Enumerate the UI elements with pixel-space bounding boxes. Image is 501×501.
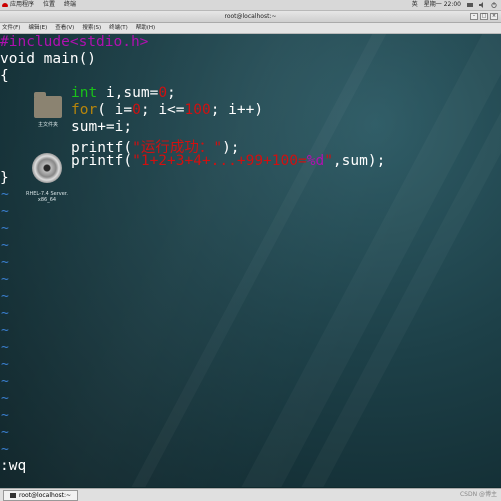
menu-terminal[interactable]: 终端(T) — [109, 23, 128, 33]
tilde-marker: ~ — [1, 357, 9, 372]
disc-icon — [32, 153, 62, 183]
window-title: root@localhost:~ — [224, 13, 277, 20]
tilde-marker: ~ — [1, 272, 9, 287]
code-line-5: for( i=0; i<=100; i++) — [71, 102, 264, 118]
code-line-4: int i,sum=0; — [71, 85, 176, 101]
close-button[interactable]: × — [490, 13, 498, 20]
applications-menu[interactable]: 应用程序 — [2, 0, 34, 10]
tilde-marker: ~ — [1, 289, 9, 304]
desktop-icon-label: RHEL-7.4 Server. x86_64 — [26, 191, 68, 203]
string-literal: "1+2+3+4+...+99+100= — [132, 153, 307, 169]
desktop-icon-label: 主文件夹 — [37, 122, 58, 128]
header-name: <stdio.h> — [69, 34, 149, 50]
terminal-window: root@localhost:~ – □ × 文件(F) 编辑(E) 查看(V)… — [0, 11, 501, 487]
code-line-1: #include<stdio.h> — [0, 34, 148, 50]
tilde-marker: ~ — [1, 255, 9, 270]
volume-icon[interactable] — [479, 2, 485, 8]
code-line-8: printf("1+2+3+4+...+99+100=%d",sum); — [71, 153, 386, 169]
menu-file[interactable]: 文件(F) — [2, 23, 20, 33]
tilde-marker: ~ — [1, 391, 9, 406]
power-icon[interactable] — [491, 2, 497, 8]
tilde-marker: ~ — [1, 408, 9, 423]
number-literal: 0 — [132, 102, 141, 118]
network-icon[interactable] — [467, 2, 473, 8]
window-titlebar[interactable]: root@localhost:~ – □ × — [0, 11, 501, 23]
tilde-marker: ~ — [1, 374, 9, 389]
type-keyword: int — [71, 85, 98, 101]
vim-editor[interactable]: 主文件夹 RHEL-7.4 Server. x86_64 #include<st… — [0, 34, 501, 487]
menu-search[interactable]: 搜索(S) — [82, 23, 101, 33]
desktop-home-folder[interactable]: 主文件夹 — [27, 92, 69, 128]
tilde-marker: ~ — [1, 204, 9, 219]
tilde-marker: ~ — [1, 187, 9, 202]
redhat-icon — [2, 2, 8, 7]
clock[interactable]: 星期一 22:00 — [424, 0, 461, 10]
tilde-marker: ~ — [1, 221, 9, 236]
number-literal: 100 — [184, 102, 211, 118]
tilde-marker: ~ — [1, 306, 9, 321]
number-literal: 0 — [158, 85, 168, 101]
vim-command-line[interactable]: :wq — [0, 458, 26, 474]
tilde-marker: ~ — [1, 425, 9, 440]
places-menu[interactable]: 位置 — [43, 0, 55, 10]
terminal-icon — [10, 493, 16, 498]
code-line-9: } — [0, 170, 9, 186]
menu-help[interactable]: 帮助(H) — [136, 23, 155, 33]
tilde-marker: ~ — [1, 323, 9, 338]
menu-view[interactable]: 查看(V) — [55, 23, 74, 33]
for-keyword: for — [71, 102, 98, 118]
menu-bar: 文件(F) 编辑(E) 查看(V) 搜索(S) 终端(T) 帮助(H) — [0, 23, 501, 34]
desktop-rhel-disc[interactable]: RHEL-7.4 Server. x86_64 — [26, 147, 68, 209]
watermark: CSDN @博主 — [459, 491, 497, 498]
minimize-button[interactable]: – — [470, 13, 478, 20]
input-language[interactable]: 英 — [412, 0, 418, 10]
taskbar-terminal-button[interactable]: root@localhost:~ — [3, 490, 79, 501]
code-line-6: sum+=i; — [71, 119, 133, 135]
code-line-3: { — [0, 68, 9, 84]
tilde-marker: ~ — [1, 442, 9, 457]
preprocessor-directive: #include — [0, 34, 70, 50]
tilde-marker: ~ — [1, 340, 9, 355]
format-specifier: %d — [306, 153, 325, 169]
top-panel: 应用程序 位置 终端 英 星期一 22:00 — [0, 0, 501, 11]
taskbar: root@localhost:~ CSDN @博主 — [0, 488, 501, 501]
tilde-marker: ~ — [1, 238, 9, 253]
home-folder-icon — [34, 92, 62, 118]
maximize-button[interactable]: □ — [480, 13, 488, 20]
code-line-2: void main() — [0, 51, 97, 67]
terminal-menu[interactable]: 终端 — [64, 0, 76, 10]
wallpaper-stripe — [238, 34, 501, 487]
menu-edit[interactable]: 编辑(E) — [28, 23, 47, 33]
taskbar-task-label: root@localhost:~ — [19, 492, 72, 499]
